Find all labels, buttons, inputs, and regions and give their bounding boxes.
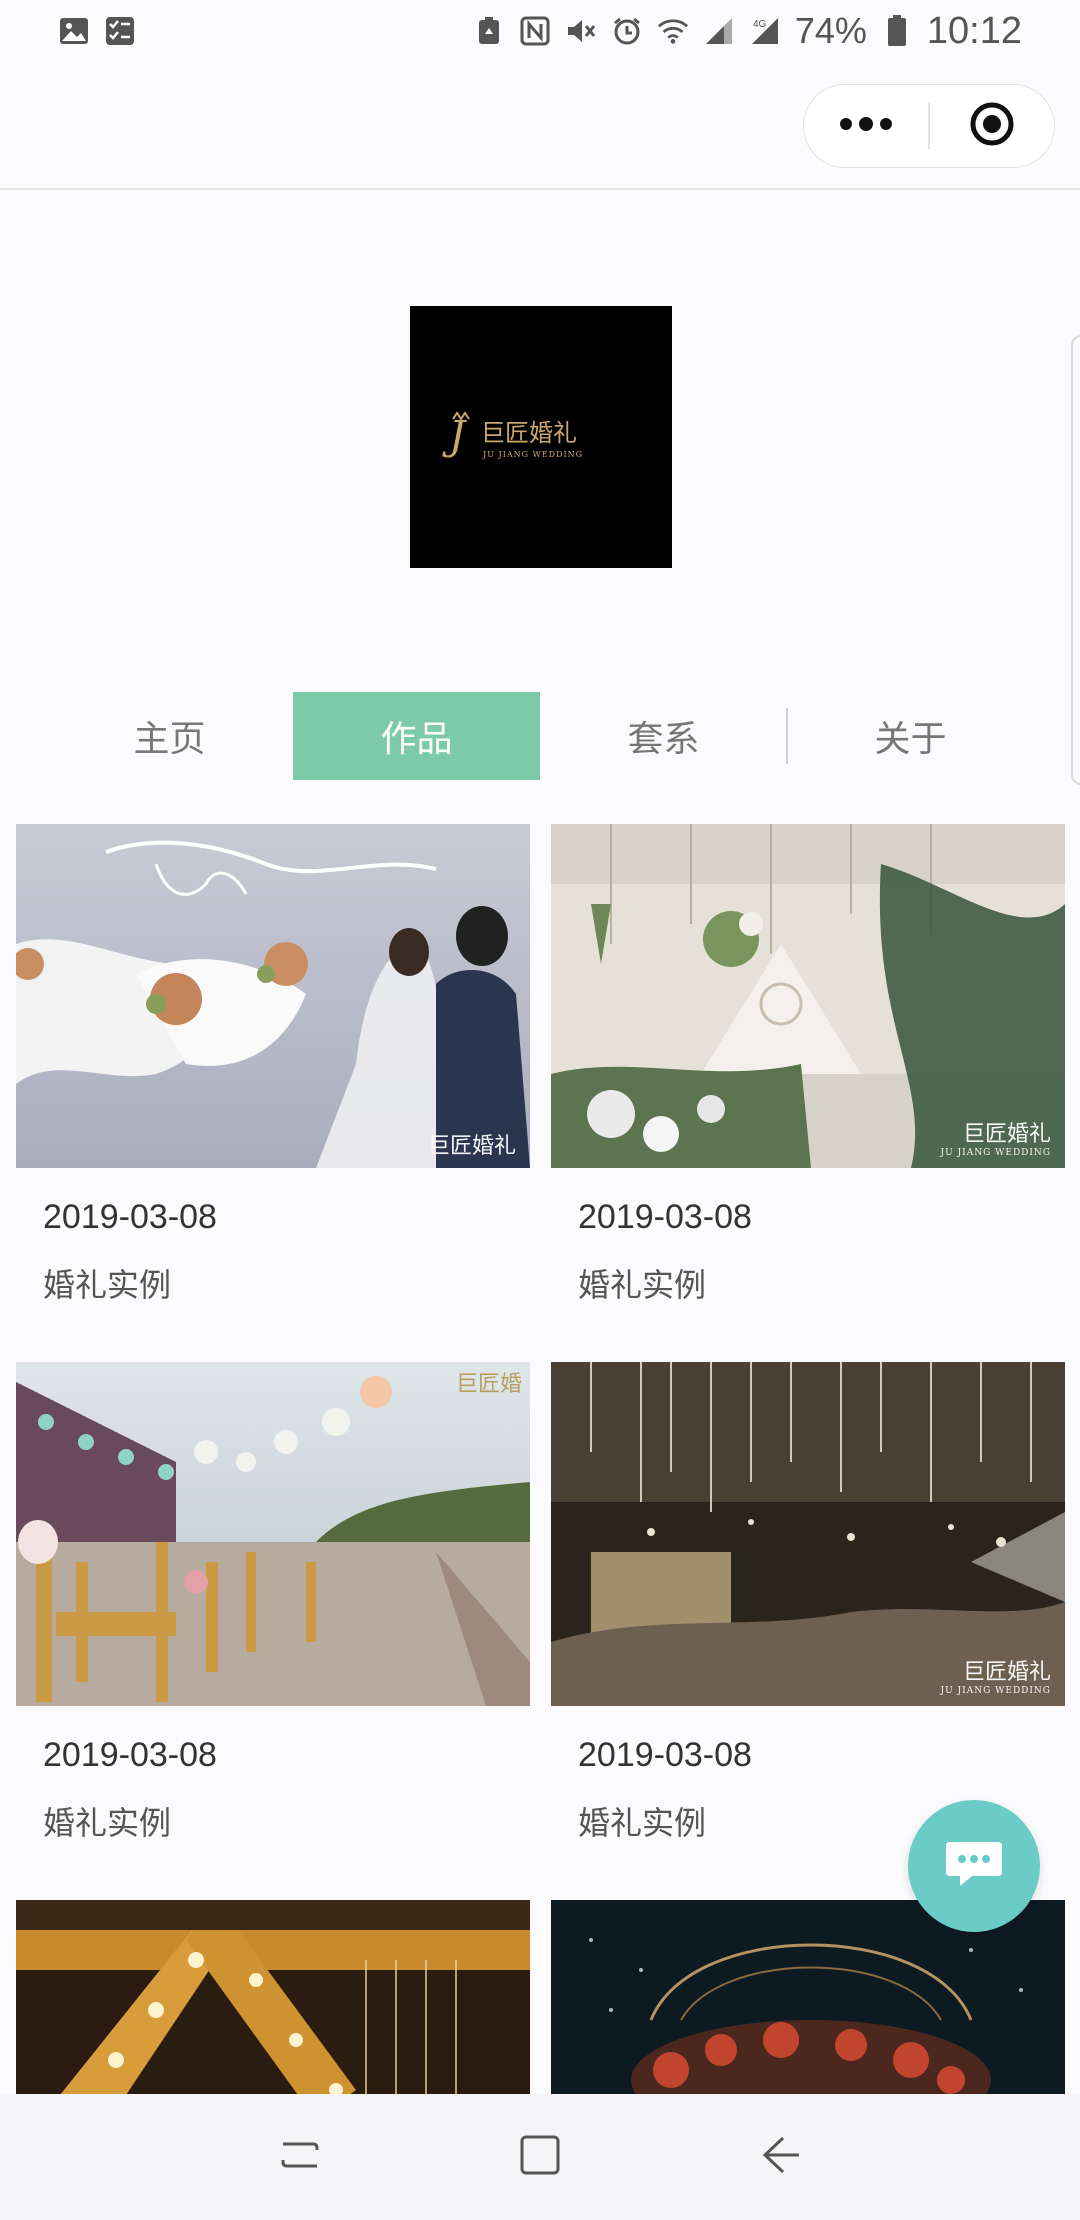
chat-bubble-icon: [944, 1838, 1004, 1894]
target-circle-icon: [968, 100, 1016, 152]
clock: 10:12: [926, 9, 1022, 52]
system-nav-bar: [0, 2094, 1080, 2220]
work-category: 婚礼实例: [43, 1266, 172, 1304]
back-button[interactable]: [740, 2117, 820, 2197]
wifi-icon: [657, 15, 689, 47]
work-category: 婚礼实例: [578, 1266, 707, 1304]
tab-home-label: 主页: [133, 719, 206, 760]
svg-text:4G: 4G: [753, 19, 767, 30]
nfc-icon: [519, 15, 551, 47]
gallery-icon: [58, 15, 90, 47]
logo-brand-en: JU JIANG WEDDING: [482, 450, 583, 459]
work-date: 2019-03-08: [43, 1198, 217, 1236]
work-date: 2019-03-08: [578, 1198, 752, 1236]
close-button[interactable]: [930, 85, 1054, 167]
work-date: 2019-03-08: [43, 1736, 217, 1774]
tab-packages-label: 套系: [627, 719, 700, 760]
chat-button[interactable]: [908, 1800, 1040, 1932]
work-card[interactable]: 巨匠婚礼 2019-03-08 婚礼实例: [16, 824, 530, 1304]
battery-percent: 74%: [794, 10, 867, 51]
brand-logo: J 巨匠婚礼 JU JIANG WEDDING: [410, 306, 672, 568]
work-watermark: 巨匠婚礼 JU JIANG WEDDING: [940, 1660, 1051, 1696]
status-bar: 4G 74% 10:12: [0, 0, 1080, 62]
signal-icon: [703, 15, 735, 47]
work-image: 巨匠婚礼 JU JIANG WEDDING: [551, 824, 1065, 1168]
work-card[interactable]: 巨匠婚礼 JU JIANG WEDDING 2019-03-08 婚礼实例: [551, 824, 1065, 1304]
tab-bar: 主页 作品 套系 关于: [46, 692, 1034, 780]
miniprogram-capsule: [803, 84, 1055, 168]
logo-brand-cn: 巨匠婚礼: [481, 419, 577, 447]
nav-divider: [0, 188, 1080, 190]
home-button[interactable]: [500, 2117, 580, 2197]
work-image: 巨匠婚: [16, 1362, 530, 1706]
home-icon: [515, 2130, 565, 2184]
tab-separator: [786, 708, 788, 764]
back-icon: [755, 2130, 805, 2184]
tab-works[interactable]: 作品: [293, 692, 540, 780]
work-image: 巨匠婚礼 JU JIANG WEDDING: [551, 1362, 1065, 1706]
checklist-icon: [104, 15, 136, 47]
work-watermark: 巨匠婚礼 JU JIANG WEDDING: [940, 1122, 1051, 1158]
svg-text:J: J: [442, 413, 467, 459]
signal-4g-icon: 4G: [749, 15, 781, 47]
tab-about-label: 关于: [874, 719, 947, 760]
alarm-icon: [611, 15, 643, 47]
tab-works-label: 作品: [380, 719, 453, 760]
work-watermark: 巨匠婚: [456, 1372, 523, 1397]
battery-icon: [881, 15, 913, 47]
side-drawer-handle[interactable]: [1071, 335, 1080, 785]
work-card[interactable]: 巨匠婚 2019-03-08 婚礼实例: [16, 1362, 530, 1842]
tab-home[interactable]: 主页: [46, 692, 293, 780]
recycle-icon: [473, 15, 505, 47]
more-button[interactable]: [804, 85, 928, 167]
mute-icon: [565, 15, 597, 47]
recents-button[interactable]: [260, 2117, 340, 2197]
tab-packages[interactable]: 套系: [540, 692, 787, 780]
work-category: 婚礼实例: [43, 1804, 172, 1842]
work-watermark: 巨匠婚礼: [427, 1134, 516, 1159]
work-category: 婚礼实例: [578, 1804, 707, 1842]
recents-icon: [275, 2130, 325, 2184]
work-date: 2019-03-08: [578, 1736, 752, 1774]
more-dots-icon: [838, 116, 894, 136]
work-card[interactable]: 巨匠婚礼 JU JIANG WEDDING 2019-03-08 婚礼实例: [551, 1362, 1065, 1842]
tab-about[interactable]: 关于: [787, 692, 1034, 780]
work-image: 巨匠婚礼: [16, 824, 530, 1168]
